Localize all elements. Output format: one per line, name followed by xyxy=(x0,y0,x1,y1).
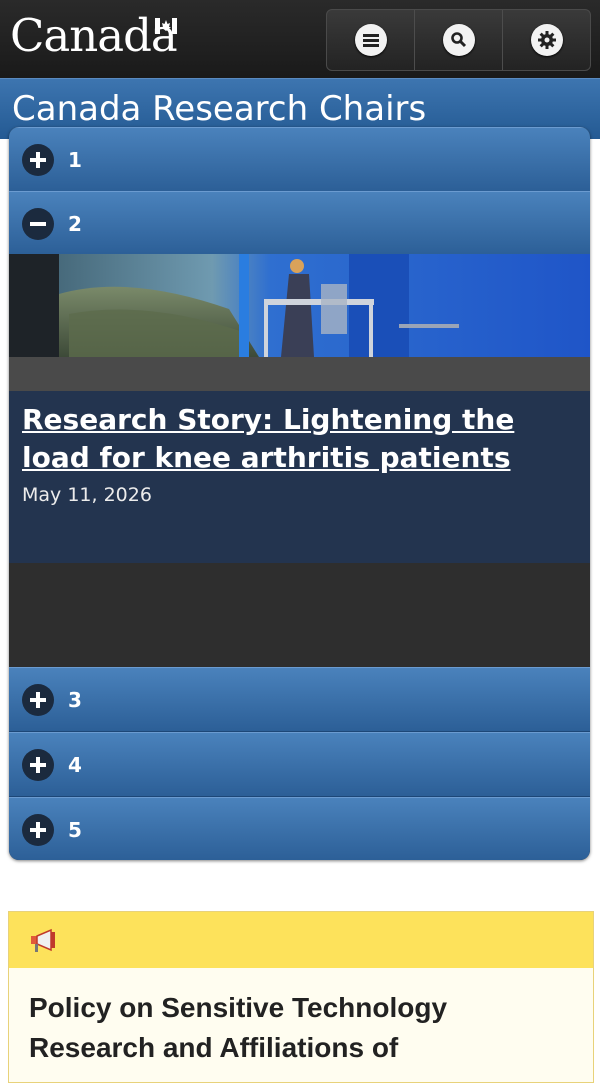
megaphone-icon xyxy=(31,928,55,952)
accordion-panel-2: Research Story: Lightening the load for … xyxy=(9,254,590,666)
carousel-accordion: 1 2 Research Story: Lightening the load … xyxy=(9,127,590,860)
menu-button[interactable] xyxy=(327,10,414,70)
top-header: Canada xyxy=(0,0,600,78)
accordion-item-label: 3 xyxy=(68,687,82,712)
notice-title-link[interactable]: Policy on Sensitive Technology Research … xyxy=(29,988,569,1068)
menu-icon xyxy=(354,24,387,56)
notice-header xyxy=(9,912,593,968)
header-button-group xyxy=(326,9,591,71)
story-card: Research Story: Lightening the load for … xyxy=(9,391,590,563)
plus-icon xyxy=(22,683,54,716)
search-button[interactable] xyxy=(414,10,502,70)
search-icon xyxy=(442,24,475,56)
accordion-item-2[interactable]: 2 xyxy=(9,191,590,256)
plus-icon xyxy=(22,813,54,846)
accordion-item-1[interactable]: 1 xyxy=(9,127,590,192)
story-image[interactable] xyxy=(9,254,590,357)
site-title[interactable]: Canada Research Chairs xyxy=(12,89,426,129)
gear-icon xyxy=(530,24,563,56)
accordion-item-3[interactable]: 3 xyxy=(9,667,590,732)
settings-button[interactable] xyxy=(502,10,590,70)
image-caption-strip xyxy=(9,357,590,391)
story-title-link[interactable]: Research Story: Lightening the load for … xyxy=(22,401,562,477)
accordion-item-5[interactable]: 5 xyxy=(9,797,590,860)
accordion-item-label: 4 xyxy=(68,752,82,777)
plus-icon xyxy=(22,748,54,781)
accordion-item-label: 5 xyxy=(68,817,82,842)
accordion-item-label: 1 xyxy=(68,147,82,172)
notice-box: Policy on Sensitive Technology Research … xyxy=(8,911,594,1083)
accordion-item-label: 2 xyxy=(68,211,82,236)
minus-icon xyxy=(22,207,54,240)
wordmark-text: Canada xyxy=(10,9,178,62)
accordion-item-4[interactable]: 4 xyxy=(9,732,590,797)
canada-wordmark[interactable]: Canada xyxy=(10,9,178,62)
canada-flag-icon xyxy=(155,18,177,34)
story-date: May 11, 2026 xyxy=(22,484,152,506)
plus-icon xyxy=(22,143,54,176)
